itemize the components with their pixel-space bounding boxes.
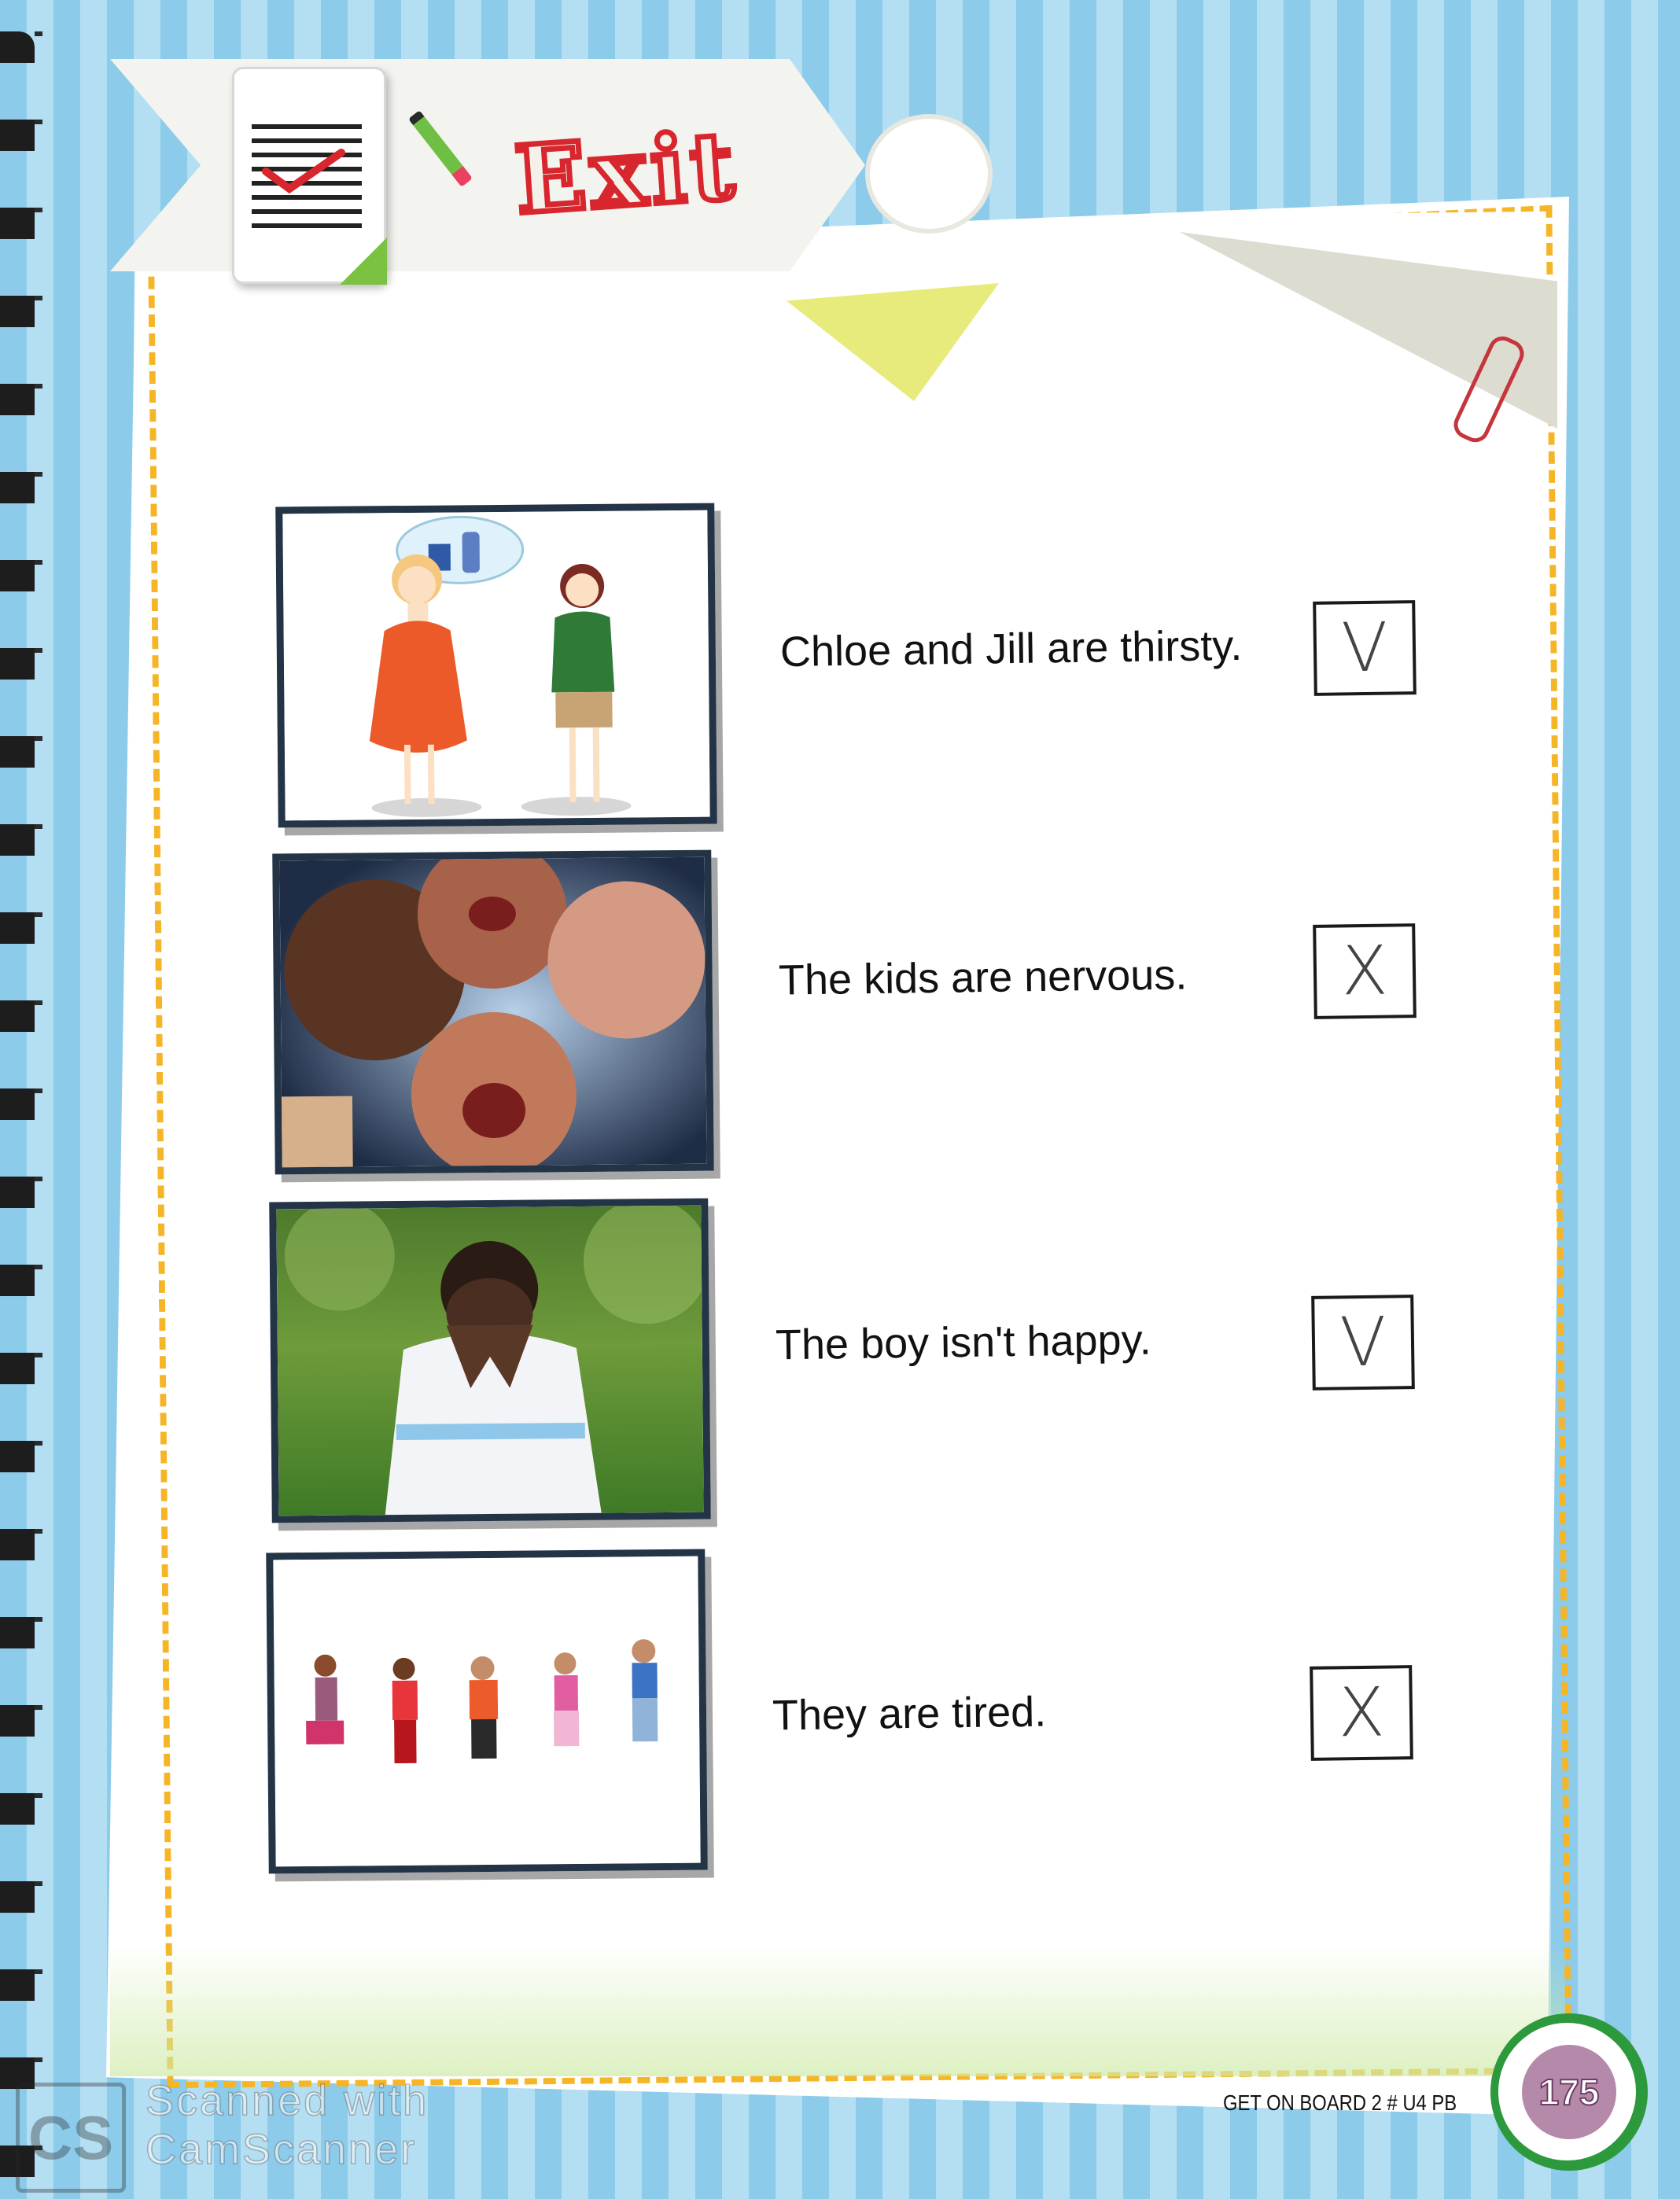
watermark-text: Scanned with CamScanner xyxy=(145,2076,429,2174)
sentence-3: The boy isn't happy. xyxy=(775,1316,1151,1369)
sentence-4: They are tired. xyxy=(772,1688,1047,1740)
checklist-icon xyxy=(232,67,387,285)
sad-boy-photo xyxy=(269,1198,711,1523)
laughing-kids-photo xyxy=(272,849,714,1175)
page-curl-icon xyxy=(340,238,387,285)
checkmark-icon xyxy=(262,149,345,194)
cross-mark-icon: X xyxy=(1337,1673,1386,1753)
cross-mark-icon: X xyxy=(1340,931,1389,1011)
page-number: 175 xyxy=(1522,2045,1616,2139)
two-girls-thirsty-illustration xyxy=(275,503,717,828)
spiral-wire xyxy=(35,31,42,2194)
jumping-kids-photo xyxy=(266,1549,708,1874)
checkmark-icon: V xyxy=(1340,608,1389,688)
book-footer: GET ON BOARD 2 # U4 PB xyxy=(1223,2090,1457,2115)
camscanner-logo: CS xyxy=(16,2083,126,2193)
page-bottom-tint xyxy=(110,1943,1565,2076)
answer-box-2[interactable]: X xyxy=(1313,923,1417,1019)
banner-knob xyxy=(865,114,993,234)
checkmark-icon: V xyxy=(1339,1302,1387,1383)
answer-box-1[interactable]: V xyxy=(1313,600,1417,696)
sentence-2: The kids are nervous. xyxy=(778,951,1188,1004)
page-title: Exit xyxy=(509,108,745,238)
watermark-line-1: Scanned with xyxy=(145,2076,429,2125)
spiral-binding xyxy=(0,31,35,2194)
scanner-watermark: CS Scanned with CamScanner xyxy=(16,2076,991,2194)
sentence-1: Chloe and Jill are thirsty. xyxy=(779,621,1243,676)
answer-box-3[interactable]: V xyxy=(1311,1295,1415,1390)
watermark-line-2: CamScanner xyxy=(145,2125,418,2174)
answer-box-4[interactable]: X xyxy=(1310,1665,1413,1761)
exit-banner xyxy=(110,59,865,271)
